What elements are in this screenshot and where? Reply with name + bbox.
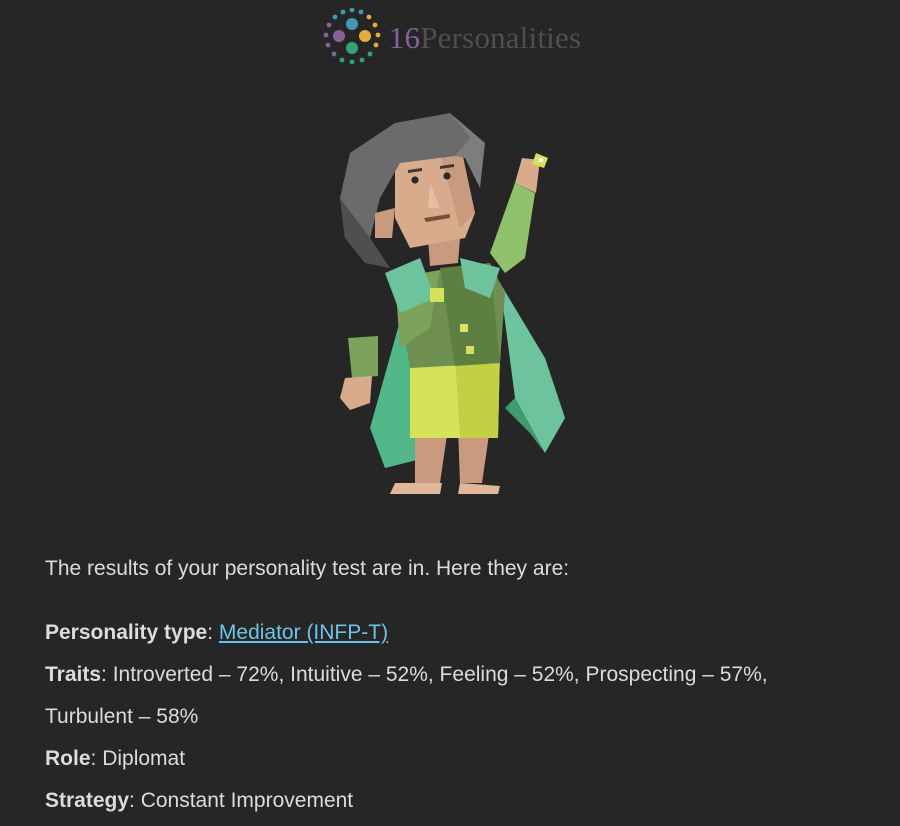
brand-logo[interactable]: 16Personalities [0,4,900,70]
result-strategy-row: Strategy: Constant Improvement [45,789,354,812]
role-label: Role [45,747,91,770]
results-section: The results of your personality test are… [45,548,845,822]
personality-type-link[interactable]: Mediator (INFP-T) [219,621,388,644]
brand-wordmark: 16Personalities [389,20,581,56]
strategy-value: Constant Improvement [140,789,354,812]
dots-logo-icon [323,7,381,65]
role-value: Diplomat [102,747,186,770]
intro-text: The results of your personality test are… [45,557,570,580]
brand-word: Personalities [420,20,582,55]
result-role-row: Role: Diplomat [45,747,186,770]
brand-number: 16 [388,20,421,55]
traits-label: Traits [45,663,102,686]
traits-value: Introverted – 72%, Intuitive – 52%, Feel… [45,663,768,728]
mediator-character-illustration-icon [340,113,565,494]
result-type-row: Personality type: Mediator (INFP-T) [45,621,389,644]
result-traits-row: Traits: Introverted – 72%, Intuitive – 5… [45,663,768,728]
strategy-label: Strategy [45,789,130,812]
type-label: Personality type [45,621,208,644]
